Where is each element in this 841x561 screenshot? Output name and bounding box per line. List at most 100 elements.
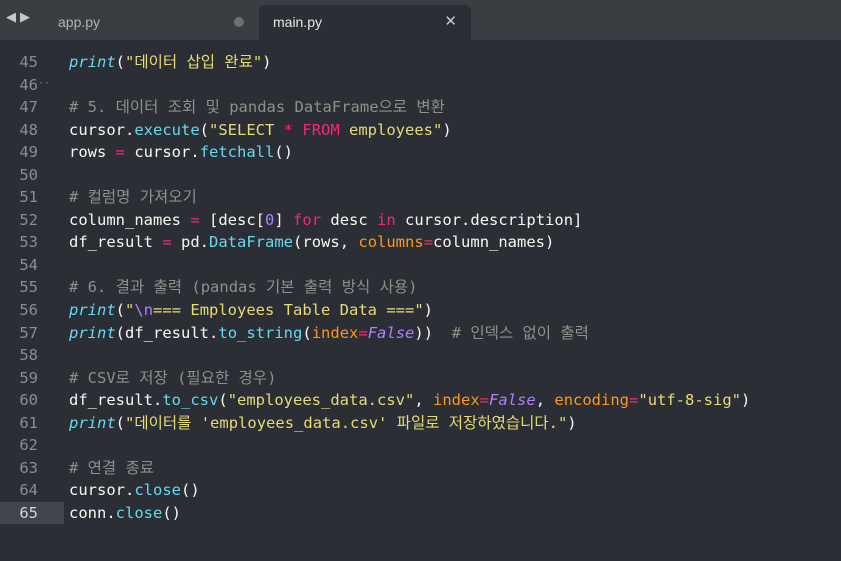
code-token: df_result — [69, 391, 153, 410]
code-token: ( — [115, 323, 126, 342]
code-text: print("데이터를 'employees_data.csv' 파일로 저장하… — [69, 412, 577, 435]
code-line[interactable]: 58 — [0, 344, 841, 367]
forward-arrow-icon[interactable]: ▶ — [20, 10, 34, 25]
code-token: () — [181, 481, 200, 500]
code-token: )) — [414, 323, 452, 342]
close-icon[interactable]: ✕ — [444, 12, 457, 30]
code-line[interactable]: 56 print("\n=== Employees Table Data ==="… — [0, 299, 841, 322]
code-line[interactable]: 51 # 컬럼명 가져오기 — [0, 186, 841, 209]
code-token: ( — [115, 301, 126, 320]
code-token: === Employees Table Data ===" — [153, 301, 424, 320]
code-line[interactable]: 64 cursor.close() — [0, 479, 841, 502]
code-token: , — [339, 233, 359, 252]
code-token: print — [69, 53, 116, 71]
line-number: 47 — [19, 98, 38, 117]
code-token: = — [162, 233, 172, 252]
tab-app-py[interactable]: app.py — [44, 5, 260, 40]
code-token: . — [209, 323, 219, 342]
line-number: 55 — [19, 278, 38, 297]
code-token: execute — [134, 120, 200, 139]
line-number: 57 — [19, 323, 38, 342]
code-token: ( — [115, 53, 126, 71]
code-token: print — [69, 323, 116, 342]
code-line[interactable]: 61 print("데이터를 'employees_data.csv' 파일로 저… — [0, 412, 841, 435]
code-line[interactable]: 50 — [0, 164, 841, 187]
code-line[interactable]: 62 — [0, 434, 841, 457]
code-text: # 연결 종료 — [69, 457, 154, 480]
code-line[interactable]: 55 # 6. 결과 출력 (pandas 기본 출력 방식 사용) — [0, 276, 841, 299]
back-arrow-icon[interactable]: ◀ — [6, 10, 20, 25]
unsaved-dot-icon[interactable] — [234, 17, 244, 27]
code-token: "utf-8-sig" — [638, 391, 742, 410]
code-text: cursor.close() — [69, 479, 200, 502]
code-token: [ — [255, 210, 266, 229]
code-token: print — [69, 301, 116, 320]
line-number: 48 — [19, 120, 38, 139]
code-text: rows = cursor.fetchall() — [69, 141, 293, 164]
code-token: . — [461, 210, 471, 229]
code-token: DataFrame — [209, 233, 294, 252]
code-token: column_names — [433, 233, 546, 252]
code-line[interactable]: 53 df_result = pd.DataFrame(rows, columns… — [0, 231, 841, 254]
code-token: # 연결 종료 — [69, 458, 155, 477]
line-number: 46 — [19, 75, 38, 94]
line-number: 61 — [19, 413, 38, 432]
code-line[interactable]: 45 print("데이터 삽입 완료") — [0, 51, 841, 74]
code-token: close — [115, 503, 163, 522]
code-line[interactable]: 47 # 5. 데이터 조회 및 pandas DataFrame으로 변환 — [0, 96, 841, 119]
code-line[interactable]: 65 conn.close() — [0, 501, 841, 525]
code-token: columns — [358, 233, 424, 252]
line-number: 51 — [19, 188, 38, 207]
code-token: to_string — [218, 323, 303, 342]
code-token: . — [153, 391, 163, 410]
code-token: df_result — [125, 323, 210, 342]
code-token: FROM — [302, 120, 340, 139]
code-token: ( — [218, 391, 228, 410]
code-token: fetchall — [199, 143, 275, 162]
code-line[interactable]: 52 column_names = [desc[0] for desc in cu… — [0, 209, 841, 232]
code-token: description — [470, 210, 574, 229]
code-text: # 5. 데이터 조회 및 pandas DataFrame으로 변환 — [69, 96, 445, 119]
code-line[interactable]: 57 print(df_result.to_string(index=False)… — [0, 322, 841, 345]
code-token: rows — [302, 233, 340, 252]
code-line[interactable]: 54 — [0, 254, 841, 277]
code-token: "SELECT — [209, 120, 284, 139]
code-token: = — [115, 143, 126, 162]
code-token: . — [190, 143, 200, 162]
code-token: ) — [442, 120, 452, 139]
tab-main-py[interactable]: main.py ✕ — [259, 5, 471, 40]
tab-label: main.py — [273, 14, 323, 30]
code-token: ) — [545, 233, 555, 252]
code-token: column_names — [69, 210, 191, 229]
code-token: # 컬럼명 가져오기 — [69, 188, 197, 207]
code-token: df_result — [69, 233, 163, 252]
code-text: cursor.execute("SELECT * FROM employees"… — [69, 119, 452, 142]
line-number: 62 — [19, 436, 38, 455]
line-number: 65 — [19, 503, 38, 522]
code-token: " — [125, 301, 135, 320]
code-text: # CSV로 저장 (필요한 경우) — [69, 367, 276, 390]
code-editor[interactable]: ·· 45 print("데이터 삽입 완료") 46 47 # 5. 데이터 조회 및… — [0, 40, 841, 561]
line-number: 59 — [19, 368, 38, 387]
code-token: close — [134, 481, 182, 500]
line-number: 52 — [19, 210, 38, 229]
code-line[interactable]: 48 cursor.execute("SELECT * FROM employee… — [0, 119, 841, 142]
code-token: # 인덱스 없이 출력 — [451, 323, 589, 342]
code-token: "employees_data.csv" — [227, 391, 415, 410]
code-line[interactable]: 63 # 연결 종료 — [0, 457, 841, 480]
code-token: "데이터 삽입 완료" — [125, 53, 263, 71]
line-number: 63 — [19, 458, 38, 477]
code-token: = — [423, 233, 434, 252]
code-token: * — [283, 120, 294, 139]
code-line[interactable]: 49 rows = cursor.fetchall() — [0, 141, 841, 164]
tab-bar: ◀▶ app.py main.py ✕ — [0, 0, 841, 40]
tab-label: app.py — [58, 14, 101, 30]
code-token: # 5. 데이터 조회 및 pandas DataFrame으로 변환 — [69, 98, 445, 117]
code-line[interactable]: 46 — [0, 74, 841, 97]
code-token: ) — [262, 53, 272, 71]
code-token: . — [125, 120, 135, 139]
code-token: , — [414, 391, 433, 410]
code-line[interactable]: 59 # CSV로 저장 (필요한 경우) — [0, 367, 841, 390]
line-number: 60 — [19, 391, 38, 410]
code-line[interactable]: 60 df_result.to_csv("employees_data.csv",… — [0, 389, 841, 412]
